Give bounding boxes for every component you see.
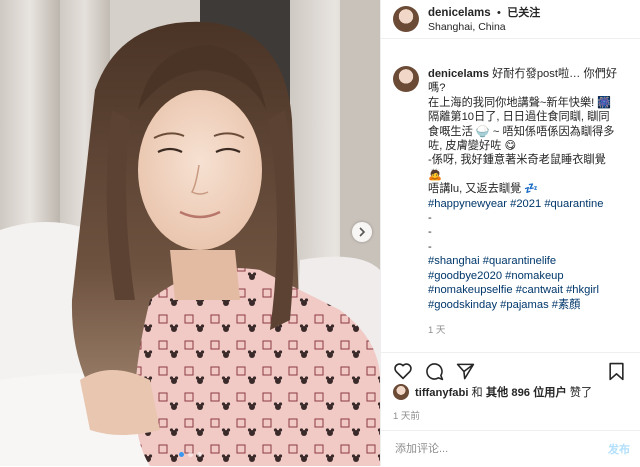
- caption-text: 🙇: [428, 168, 442, 181]
- caption-line: 咗, 皮膚變好咗 😋: [428, 139, 628, 153]
- caption-line: 唔講lu, 又返去瞓覺 💤: [428, 182, 628, 196]
- carousel-dot: [178, 452, 184, 457]
- comment-input[interactable]: [393, 442, 597, 456]
- carousel-indicator: [0, 452, 380, 457]
- caption-text: -: [428, 240, 432, 253]
- caption-line: #goodskinday #pajamas #素顏: [428, 298, 628, 312]
- likes-summary: tiffanyfabi 和 其他 896 位用户 赞了: [393, 384, 592, 400]
- caption-line: 隔離第10日了, 日日過住食同瞓, 瞓同: [428, 110, 628, 124]
- caption-username[interactable]: denicelams: [428, 68, 489, 80]
- likes-count-link[interactable]: 其他 896 位用户: [486, 387, 567, 399]
- post-header: denicelams • 已关注 Shanghai, China: [381, 0, 640, 39]
- caption-text: -係呀, 我好鍾意著米奇老鼠睡衣瞓覺: [428, 154, 606, 167]
- caption-time: 1 天: [428, 324, 446, 336]
- caption-line: -: [428, 225, 628, 239]
- caption-line: 🙇: [428, 168, 628, 182]
- likes-suffix: 赞了: [566, 387, 593, 399]
- caption-line: -係呀, 我好鍾意著米奇老鼠睡衣瞓覺: [428, 153, 628, 167]
- caption-text: 嗎?: [428, 82, 446, 95]
- caption-line: -: [428, 240, 628, 254]
- caption-text: 在上海的我同你地講聲~新年快樂! 🎆: [428, 96, 612, 109]
- caption-line: #shanghai #quarantinelife: [428, 254, 628, 268]
- heart-icon[interactable]: [393, 362, 413, 380]
- post-date[interactable]: 1 天前: [393, 408, 420, 422]
- chevron-right-icon: [359, 227, 366, 237]
- username-link[interactable]: denicelams: [428, 7, 491, 19]
- caption-line: #happynewyear #2021 #quarantine: [428, 197, 628, 211]
- caption-text: -: [428, 226, 432, 239]
- likes-and-text: 和: [468, 387, 486, 399]
- caption: denicelams 好耐冇發post啦… 你們好 嗎? 在上海的我同你地講聲~新年…: [393, 66, 631, 338]
- carousel-dot: [196, 452, 202, 457]
- avatar[interactable]: [393, 384, 409, 400]
- carousel-dot: [187, 452, 193, 457]
- header-separator: •: [497, 6, 501, 19]
- hashtag-line[interactable]: #goodskinday #pajamas #素顏: [428, 299, 580, 311]
- hashtag-line[interactable]: #shanghai #quarantinelife: [428, 255, 556, 267]
- hashtag-line[interactable]: #happynewyear #2021 #quarantine: [428, 198, 603, 210]
- instagram-post: denicelams • 已关注 Shanghai, China denicel…: [0, 0, 640, 466]
- caption-text: 咗, 皮膚變好咗 😋: [428, 140, 517, 153]
- post-photo[interactable]: [0, 0, 380, 466]
- action-bar: [381, 352, 640, 385]
- caption-text: 好耐冇發post啦… 你們好: [492, 68, 618, 80]
- caption-body: denicelams 好耐冇發post啦… 你們好 嗎? 在上海的我同你地講聲~新年…: [428, 67, 628, 338]
- bookmark-icon[interactable]: [608, 362, 625, 381]
- caption-line: 食嘅生活 🍚 ~ 唔知係唔係因為瞓得多: [428, 125, 628, 139]
- caption-line: #nomakeupselfie #cantwait #hkgirl: [428, 283, 628, 297]
- post-side-panel: denicelams • 已关注 Shanghai, China denicel…: [380, 0, 640, 466]
- avatar[interactable]: [393, 66, 419, 92]
- comment-icon[interactable]: [425, 362, 444, 381]
- post-comment-button[interactable]: 发布: [608, 441, 630, 457]
- caption-text: 隔離第10日了, 日日過住食同瞓, 瞓同: [428, 111, 610, 124]
- caption-line: 嗎?: [428, 81, 628, 95]
- hashtag-line[interactable]: #goodbye2020 #nomakeup: [428, 270, 564, 282]
- share-icon[interactable]: [456, 362, 475, 381]
- selfie-image: [0, 0, 380, 466]
- avatar[interactable]: [393, 6, 419, 32]
- caption-line: #goodbye2020 #nomakeup: [428, 269, 628, 283]
- liker-username[interactable]: tiffanyfabi: [415, 387, 468, 399]
- location-link[interactable]: Shanghai, China: [428, 20, 540, 34]
- follow-status-button[interactable]: 已关注: [507, 7, 540, 19]
- carousel-next-button[interactable]: [352, 222, 372, 242]
- caption-text: 唔講lu, 又返去瞓覺 💤: [428, 183, 539, 196]
- comment-bar: 发布: [381, 430, 640, 467]
- caption-line: -: [428, 211, 628, 225]
- caption-text: 食嘅生活 🍚 ~ 唔知係唔係因為瞓得多: [428, 125, 615, 138]
- hashtag-line[interactable]: #nomakeupselfie #cantwait #hkgirl: [428, 284, 599, 296]
- caption-text: -: [428, 212, 432, 225]
- caption-line: 在上海的我同你地講聲~新年快樂! 🎆: [428, 96, 628, 110]
- caption-line: denicelams 好耐冇發post啦… 你們好: [428, 67, 628, 81]
